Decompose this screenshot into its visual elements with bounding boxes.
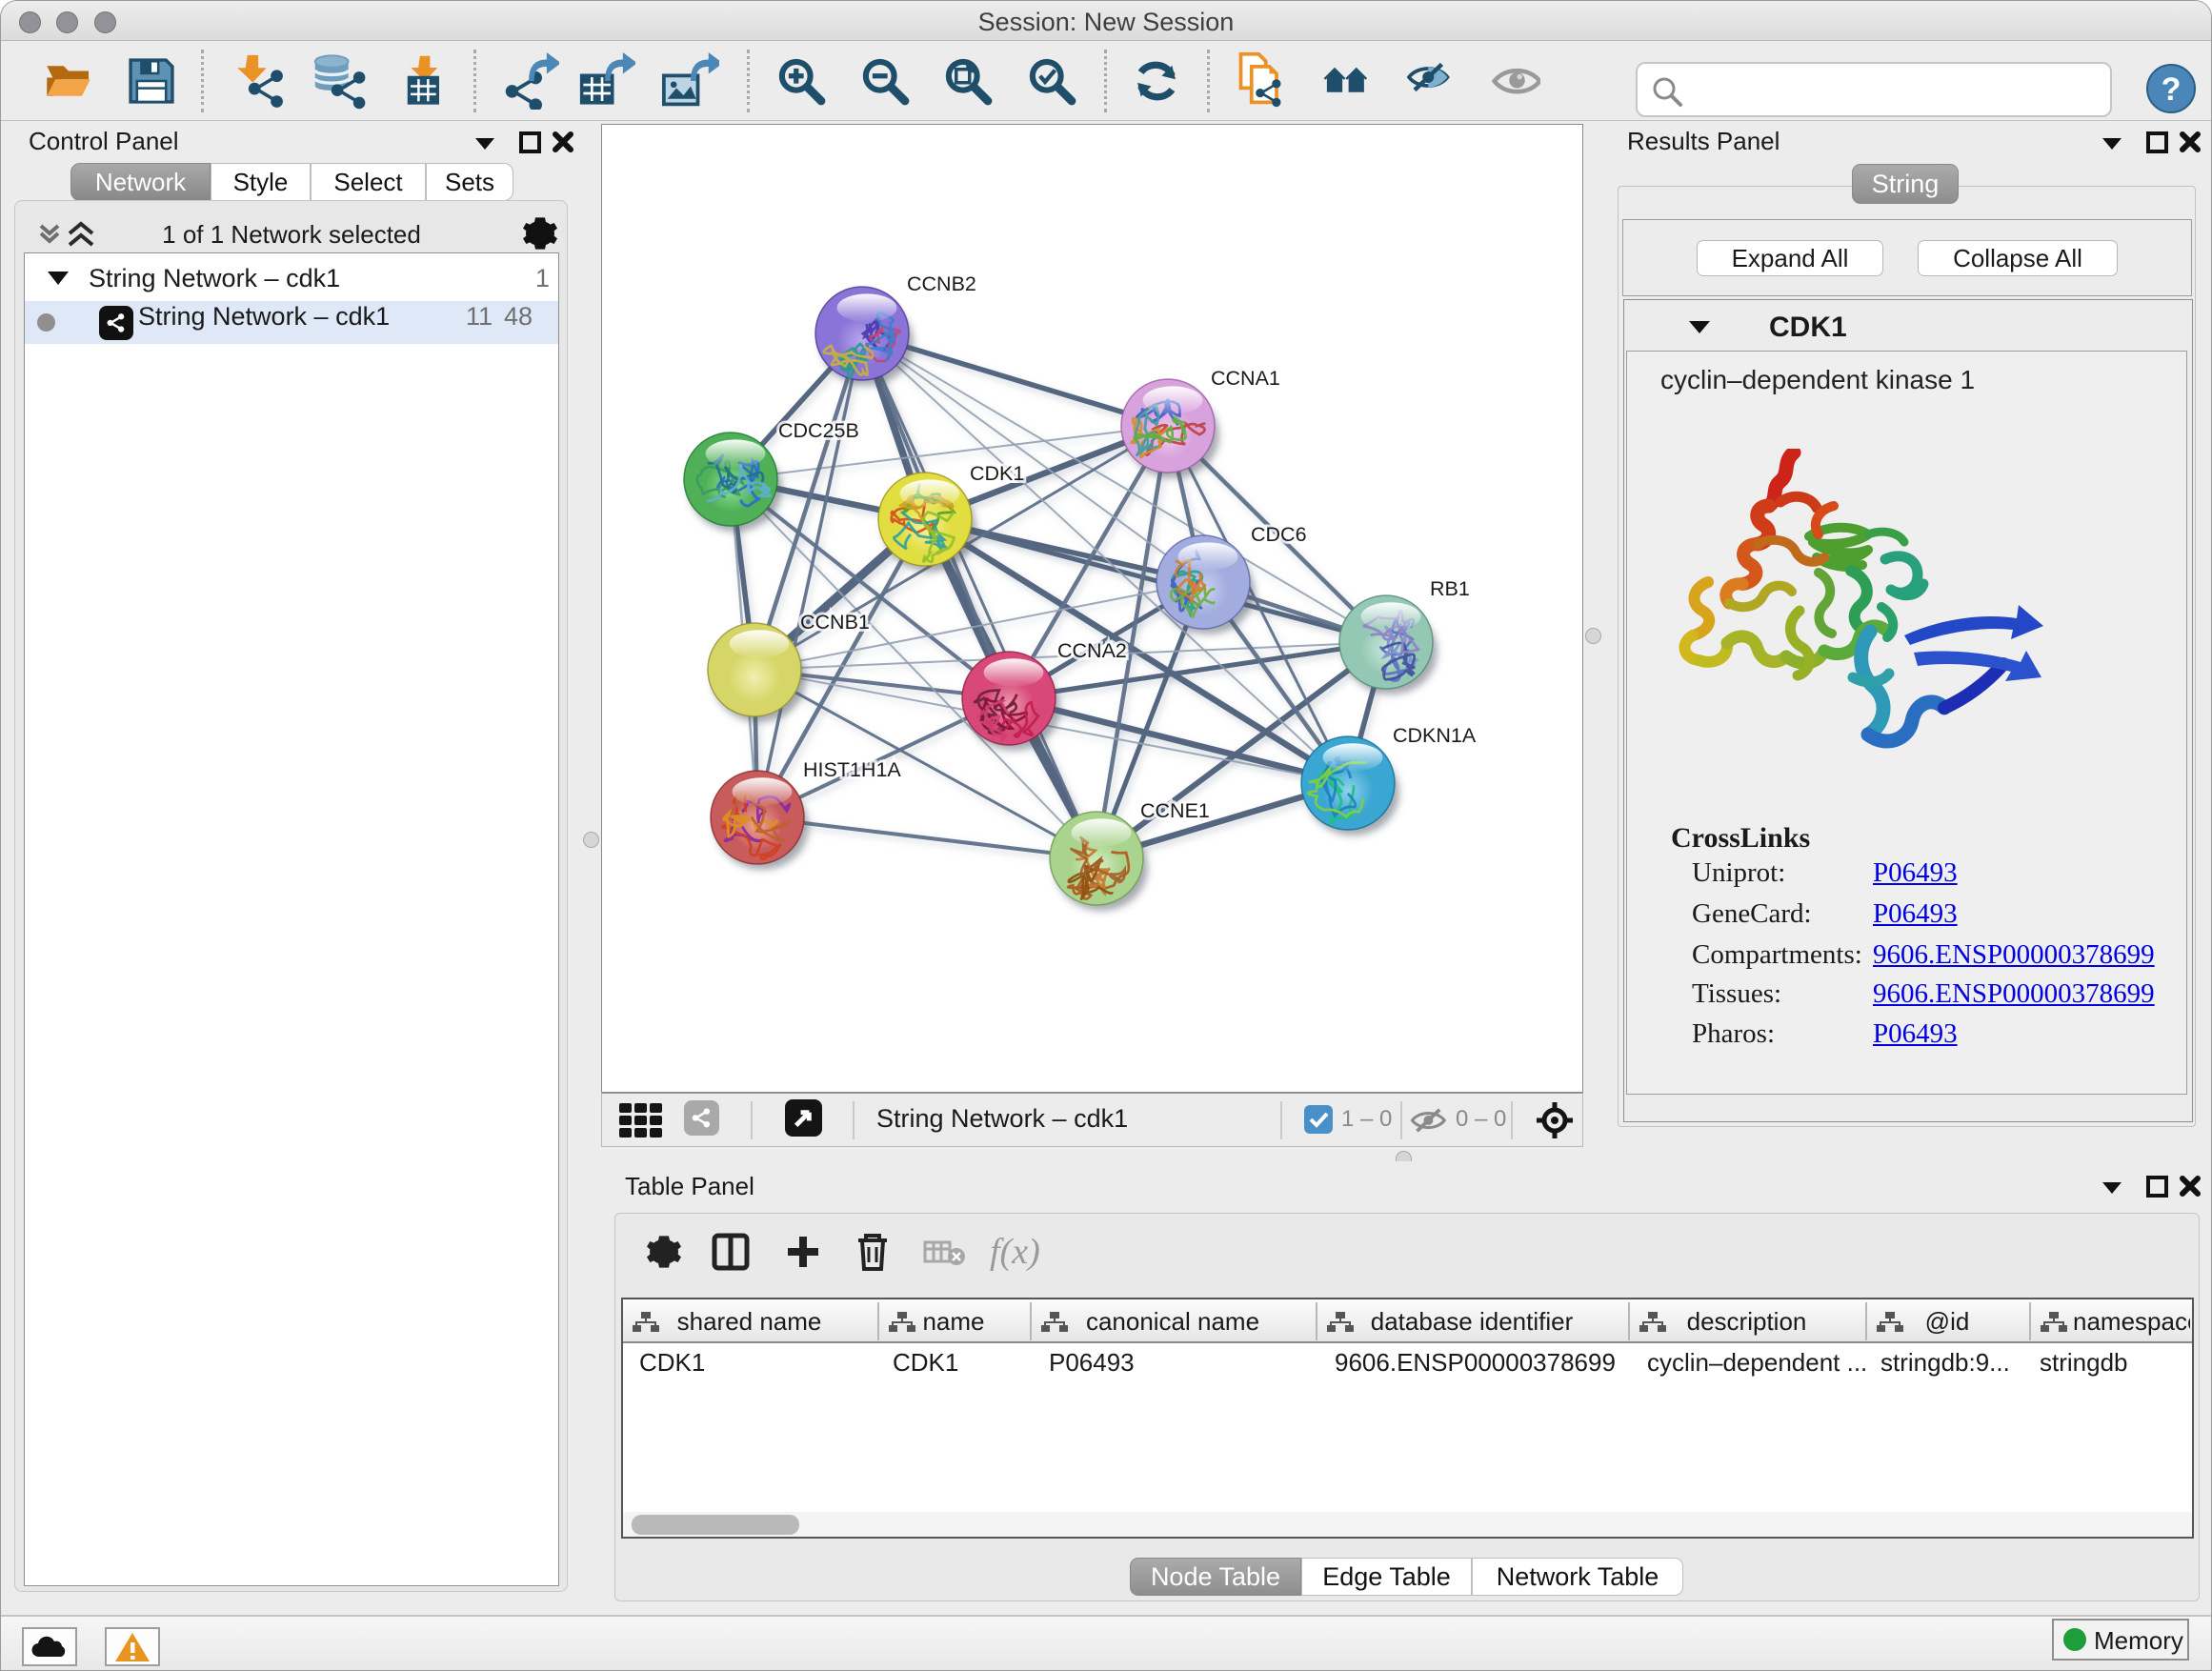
- svg-text:CCNB2: CCNB2: [907, 272, 976, 295]
- svg-text:CCNE1: CCNE1: [1140, 799, 1210, 822]
- svg-text:CCNA1: CCNA1: [1211, 367, 1280, 390]
- svg-text:CDC25B: CDC25B: [778, 419, 859, 442]
- svg-text:HIST1H1A: HIST1H1A: [803, 758, 901, 781]
- svg-text:RB1: RB1: [1430, 577, 1470, 600]
- svg-text:CCNB1: CCNB1: [800, 611, 870, 634]
- svg-text:?: ?: [2162, 71, 2182, 108]
- svg-text:CDC6: CDC6: [1251, 523, 1307, 546]
- svg-text:CDKN1A: CDKN1A: [1393, 724, 1477, 747]
- svg-text:CCNA2: CCNA2: [1057, 639, 1127, 662]
- svg-text:CDK1: CDK1: [970, 462, 1024, 485]
